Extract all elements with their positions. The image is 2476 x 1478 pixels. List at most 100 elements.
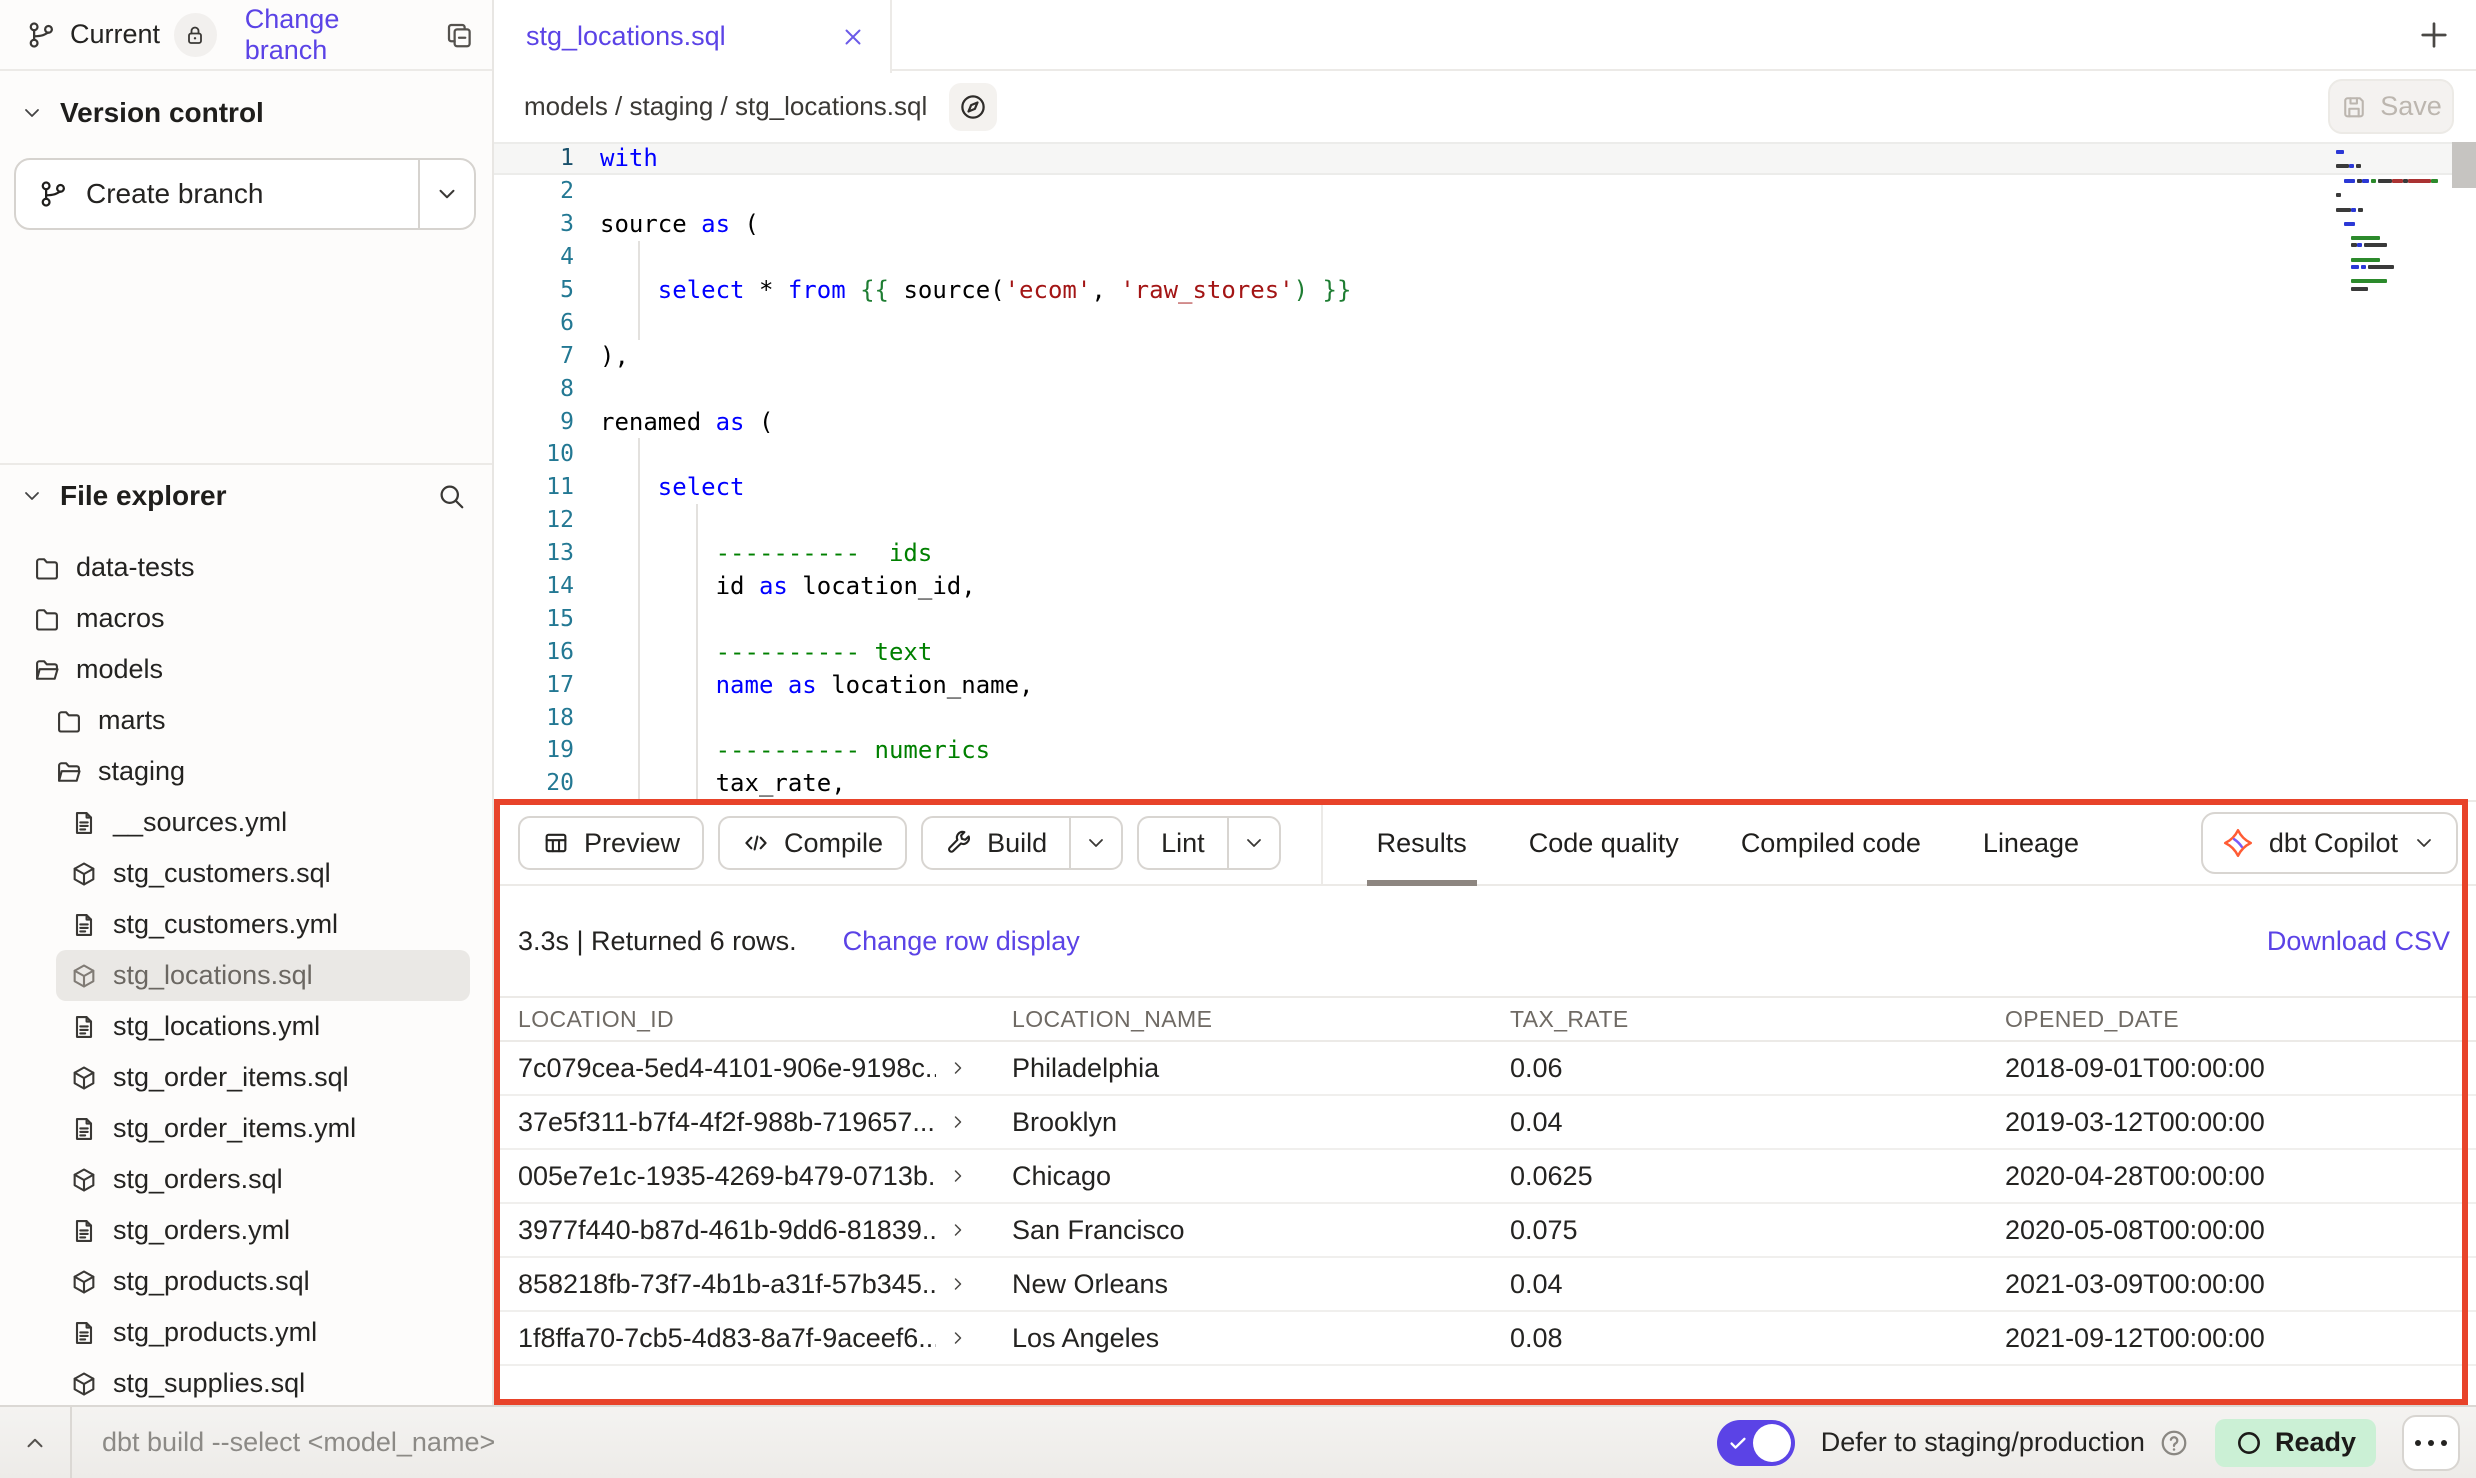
panel-tab-lineage[interactable]: Lineage — [1981, 802, 2081, 884]
collapse-bar-button[interactable] — [0, 1430, 70, 1456]
tree-file-stg_customers.sql[interactable]: stg_customers.sql — [0, 848, 488, 899]
preview-button[interactable]: Preview — [518, 816, 704, 870]
cube-icon — [70, 1064, 98, 1092]
table-cell: 0.06 — [1510, 1053, 2005, 1084]
expand-row-chevron-icon[interactable] — [948, 1112, 968, 1132]
table-row[interactable]: 7c079cea-5ed4-4101-906e-9198c...Philadel… — [494, 1042, 2476, 1096]
defer-toggle[interactable] — [1717, 1420, 1795, 1466]
save-button[interactable]: Save — [2328, 79, 2454, 134]
tree-folder-data-tests[interactable]: data-tests — [0, 542, 488, 593]
expand-row-chevron-icon[interactable] — [948, 1058, 968, 1078]
tab-stg-locations[interactable]: stg_locations.sql — [494, 0, 892, 73]
code-editor[interactable]: 1with23source as (45 select * from {{ so… — [494, 142, 2476, 800]
tree-file-stg_products.sql[interactable]: stg_products.sql — [0, 1256, 488, 1307]
expand-row-chevron-icon[interactable] — [948, 1328, 968, 1348]
change-branch-link[interactable]: Change branch — [245, 4, 424, 66]
tree-file-stg_products.yml[interactable]: stg_products.yml — [0, 1307, 488, 1358]
tree-folder-marts[interactable]: marts — [0, 695, 488, 746]
table-row[interactable]: 005e7e1c-1935-4269-b479-0713b...Chicago0… — [494, 1150, 2476, 1204]
help-question-icon[interactable] — [2159, 1428, 2189, 1458]
expand-row-chevron-icon[interactable] — [948, 1166, 968, 1186]
create-branch-main[interactable]: Create branch — [16, 178, 418, 210]
close-icon[interactable] — [840, 24, 866, 50]
editor-scrollbar[interactable] — [2452, 142, 2476, 188]
code-line-11[interactable]: 11 select — [494, 471, 2476, 504]
ready-status-badge[interactable]: Ready — [2215, 1419, 2376, 1467]
tree-folder-staging[interactable]: staging — [0, 746, 488, 797]
expand-row-chevron-icon[interactable] — [948, 1274, 968, 1294]
table-row[interactable]: 3977f440-b87d-461b-9dd6-81839...San Fran… — [494, 1204, 2476, 1258]
location-id-cell: 005e7e1c-1935-4269-b479-0713b... — [518, 1161, 1012, 1192]
lint-button-main[interactable]: Lint — [1139, 818, 1227, 868]
change-row-display-link[interactable]: Change row display — [843, 926, 1080, 957]
file-explorer-section-header[interactable]: File explorer — [20, 480, 466, 512]
tree-file-stg_orders.sql[interactable]: stg_orders.sql — [0, 1154, 488, 1205]
code-line-2[interactable]: 2 — [494, 175, 2476, 208]
table-row[interactable]: 37e5f311-b7f4-4f2f-988b-719657...Brookly… — [494, 1096, 2476, 1150]
tree-file-__sources.yml[interactable]: __sources.yml — [0, 797, 488, 848]
location-id-value: 3977f440-b87d-461b-9dd6-81839... — [518, 1215, 936, 1246]
line-code: ---------- text — [600, 638, 932, 666]
code-line-15[interactable]: 15 — [494, 602, 2476, 635]
build-button[interactable]: Build — [921, 816, 1123, 870]
code-line-18[interactable]: 18 — [494, 701, 2476, 734]
compile-button-main[interactable]: Compile — [720, 818, 905, 868]
code-line-3[interactable]: 3source as ( — [494, 208, 2476, 241]
command-input[interactable]: dbt build --select <model_name> — [102, 1427, 1717, 1458]
code-line-9[interactable]: 9renamed as ( — [494, 405, 2476, 438]
table-row[interactable]: 1f8ffa70-7cb5-4d83-8a7f-9aceef6...Los An… — [494, 1312, 2476, 1366]
version-control-section-header[interactable]: Version control — [20, 97, 492, 129]
tree-file-stg_locations.yml[interactable]: stg_locations.yml — [0, 1001, 488, 1052]
tree-file-stg_order_items.sql[interactable]: stg_order_items.sql — [0, 1052, 488, 1103]
panel-tab-code-quality[interactable]: Code quality — [1527, 802, 1681, 884]
code-line-4[interactable]: 4 — [494, 241, 2476, 274]
create-branch-dropdown[interactable] — [418, 160, 474, 228]
tree-file-stg_order_items.yml[interactable]: stg_order_items.yml — [0, 1103, 488, 1154]
tree-file-stg_customers.yml[interactable]: stg_customers.yml — [0, 899, 488, 950]
editor-minimap[interactable] — [2336, 150, 2448, 294]
statusbar-divider — [70, 1407, 72, 1478]
code-line-12[interactable]: 12 — [494, 504, 2476, 537]
code-line-6[interactable]: 6 — [494, 306, 2476, 339]
code-line-19[interactable]: 19 ---------- numerics — [494, 734, 2476, 767]
code-line-5[interactable]: 5 select * from {{ source('ecom', 'raw_s… — [494, 274, 2476, 307]
lineage-compass-button[interactable] — [949, 83, 997, 131]
check-icon — [1727, 1432, 1749, 1454]
tree-folder-models[interactable]: models — [0, 644, 488, 695]
build-button-main[interactable]: Build — [923, 818, 1069, 868]
new-tab-plus-icon[interactable] — [2416, 17, 2452, 53]
preview-button-main[interactable]: Preview — [520, 818, 702, 868]
code-line-16[interactable]: 16 ---------- text — [494, 635, 2476, 668]
panel-tab-compiled-code[interactable]: Compiled code — [1739, 802, 1923, 884]
search-icon[interactable] — [436, 481, 466, 511]
build-dropdown[interactable] — [1069, 818, 1121, 868]
code-line-13[interactable]: 13 ---------- ids — [494, 537, 2476, 570]
lint-dropdown[interactable] — [1227, 818, 1279, 868]
panel-tab-results[interactable]: Results — [1375, 802, 1469, 884]
results-meta-row: 3.3s | Returned 6 rows. Change row displ… — [494, 886, 2476, 996]
code-line-20[interactable]: 20 tax_rate, — [494, 767, 2476, 800]
tree-file-stg_locations.sql[interactable]: stg_locations.sql — [56, 950, 470, 1001]
code-line-14[interactable]: 14 id as location_id, — [494, 570, 2476, 603]
code-line-7[interactable]: 7), — [494, 339, 2476, 372]
tree-file-stg_orders.yml[interactable]: stg_orders.yml — [0, 1205, 488, 1256]
lint-button[interactable]: Lint — [1137, 816, 1281, 870]
tree-item-label: models — [76, 654, 163, 685]
code-line-17[interactable]: 17 name as location_name, — [494, 668, 2476, 701]
copy-branch-icon[interactable] — [444, 20, 474, 50]
expand-row-chevron-icon[interactable] — [948, 1220, 968, 1240]
table-row[interactable]: 858218fb-73f7-4b1b-a31f-57b345...New Orl… — [494, 1258, 2476, 1312]
table-cell: Brooklyn — [1012, 1107, 1510, 1138]
line-number: 5 — [494, 277, 600, 303]
compile-button[interactable]: Compile — [718, 816, 907, 870]
dbt-copilot-button[interactable]: dbt Copilot — [2201, 812, 2458, 874]
download-csv-link[interactable]: Download CSV — [2267, 926, 2450, 957]
create-branch-button[interactable]: Create branch — [14, 158, 476, 230]
location-id-cell: 3977f440-b87d-461b-9dd6-81839... — [518, 1215, 1012, 1246]
tree-file-stg_supplies.sql[interactable]: stg_supplies.sql — [0, 1358, 488, 1409]
code-line-10[interactable]: 10 — [494, 438, 2476, 471]
code-line-1[interactable]: 1with — [494, 142, 2476, 175]
more-options-button[interactable] — [2402, 1415, 2460, 1471]
tree-folder-macros[interactable]: macros — [0, 593, 488, 644]
code-line-8[interactable]: 8 — [494, 372, 2476, 405]
